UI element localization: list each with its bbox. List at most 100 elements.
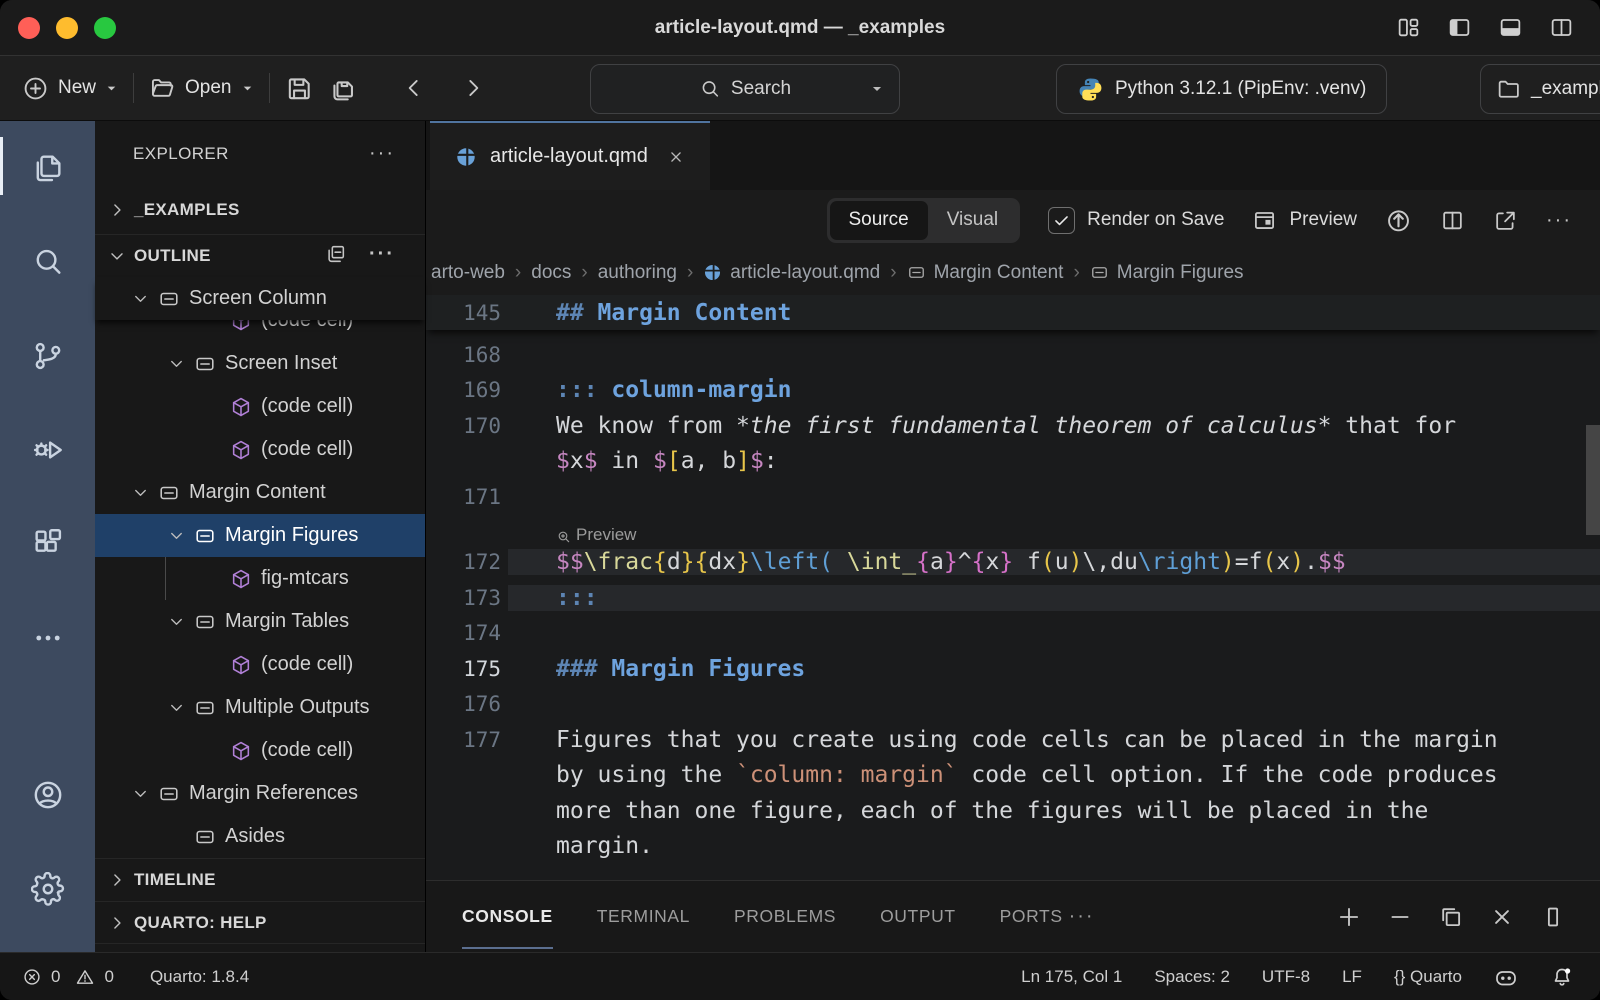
panel-panel-rect-icon[interactable] <box>1540 904 1566 930</box>
activity-settings-icon[interactable] <box>0 842 95 936</box>
code-line-wrap[interactable]: $x$ in $[a, b]$: <box>426 444 1600 480</box>
save-icon[interactable] <box>285 74 314 103</box>
breadcrumb-item[interactable]: authoring <box>598 262 677 284</box>
preview-codelens[interactable]: Preview <box>426 515 1600 545</box>
zoom-window-button[interactable] <box>94 17 116 39</box>
activity-extensions-icon[interactable] <box>0 497 95 591</box>
code-line-168[interactable]: 168 <box>426 337 1600 373</box>
panel-tab-terminal[interactable]: TERMINAL <box>597 881 690 952</box>
outline-item-code-cell[interactable]: (code cell) <box>95 428 425 471</box>
panel-tab-ports[interactable]: PORTS <box>1000 881 1063 952</box>
quarto-help-section-header[interactable]: QUARTO: HELP <box>95 901 425 944</box>
new-button[interactable]: New <box>22 75 118 102</box>
code-line-174[interactable]: 174 <box>426 616 1600 652</box>
breadcrumb-item[interactable]: arto-web <box>431 262 505 284</box>
toggle-sidebar-icon[interactable] <box>1447 15 1472 40</box>
outline-item-code-cell[interactable]: (code cell) <box>95 385 425 428</box>
toggle-secondary-sidebar-icon[interactable] <box>1549 15 1574 40</box>
quarto-version-status[interactable]: Quarto: 1.8.4 <box>150 967 249 987</box>
minimize-window-button[interactable] <box>56 17 78 39</box>
problems-status[interactable]: 0 0 <box>22 967 114 987</box>
warning-count: 0 <box>104 967 113 987</box>
customize-layout-icon[interactable] <box>1396 15 1421 40</box>
code-line-wrap[interactable]: by using the `column: margin` code cell … <box>426 758 1600 794</box>
outline-item-margin-content[interactable]: Margin Content <box>95 471 425 514</box>
source-mode-button[interactable]: Source <box>830 201 928 240</box>
split-editor-icon[interactable] <box>1440 208 1465 233</box>
copilot-icon[interactable] <box>1494 965 1518 989</box>
outline-item-code-cell[interactable]: (code cell) <box>95 729 425 772</box>
notifications-bell-icon[interactable] <box>1550 965 1574 989</box>
save-all-icon[interactable] <box>329 74 358 103</box>
code-line-169[interactable]: 169::: column-margin <box>426 373 1600 409</box>
panel-tab-console[interactable]: CONSOLE <box>462 881 553 952</box>
panel-minus-icon[interactable] <box>1387 904 1413 930</box>
breadcrumb-item[interactable]: docs <box>531 262 571 284</box>
panel-more-tabs-icon[interactable]: ··· <box>1069 905 1095 928</box>
explorer-more-icon[interactable]: ··· <box>369 142 395 165</box>
editor-scrollbar[interactable] <box>1586 425 1600 535</box>
navigate-back-icon[interactable] <box>401 75 427 101</box>
panel-plus-icon[interactable] <box>1336 904 1362 930</box>
open-external-icon[interactable] <box>1493 208 1518 233</box>
outline-item-margin-figures[interactable]: Margin Figures <box>95 514 425 557</box>
visual-mode-button[interactable]: Visual <box>928 201 1017 240</box>
outline-item-asides[interactable]: Asides <box>95 815 425 858</box>
code-line-173[interactable]: 173::: <box>426 580 1600 616</box>
code-line-170[interactable]: 170We know from *the first fundamental t… <box>426 408 1600 444</box>
close-window-button[interactable] <box>18 17 40 39</box>
outline-item-code-cell[interactable]: (code cell) <box>95 643 425 686</box>
open-button[interactable]: Open <box>149 75 253 102</box>
activity-source-control-icon[interactable] <box>0 309 95 403</box>
code-line-wrap[interactable]: more than one figure, each of the figure… <box>426 793 1600 829</box>
close-tab-icon[interactable] <box>667 148 685 166</box>
breadcrumb-item[interactable]: article-layout.qmd <box>703 262 880 284</box>
code-line-177[interactable]: 177Figures that you create using code ce… <box>426 722 1600 758</box>
outline-item-margin-tables[interactable]: Margin Tables <box>95 600 425 643</box>
workspace-section-header[interactable]: _EXAMPLES <box>95 186 425 234</box>
code-line-175[interactable]: 175### Margin Figures <box>426 651 1600 687</box>
outline-item-multiple-outputs[interactable]: Multiple Outputs <box>95 686 425 729</box>
navigate-forward-icon[interactable] <box>460 75 486 101</box>
panel-restore-icon[interactable] <box>1438 904 1464 930</box>
editor-tab-article-layout[interactable]: article-layout.qmd <box>430 121 710 190</box>
code-line-172[interactable]: 172$$\frac{d}{dx}\left( \int_{a}^{x} f(u… <box>426 545 1600 581</box>
breadcrumb-item[interactable]: Margin Content <box>907 262 1064 284</box>
workspace-selector[interactable]: _examples <box>1480 64 1600 114</box>
editor-more-actions-icon[interactable]: ··· <box>1546 209 1572 232</box>
toggle-panel-icon[interactable] <box>1498 15 1523 40</box>
preview-button[interactable]: Preview <box>1252 208 1357 233</box>
panel-tab-problems[interactable]: PROBLEMS <box>734 881 836 952</box>
panel-close-icon[interactable] <box>1489 904 1515 930</box>
eol-status[interactable]: LF <box>1342 967 1362 987</box>
sticky-scroll-line[interactable]: 145## Margin Content <box>426 295 1600 330</box>
cursor-position-status[interactable]: Ln 175, Col 1 <box>1021 967 1122 987</box>
collapse-all-icon[interactable] <box>325 243 347 270</box>
interpreter-selector[interactable]: Python 3.12.1 (PipEnv: .venv) <box>1056 64 1387 114</box>
render-publish-icon[interactable] <box>1385 207 1412 234</box>
breadcrumb-item[interactable]: Margin Figures <box>1090 262 1244 284</box>
activity-files-icon[interactable] <box>0 121 95 215</box>
code-line-wrap[interactable]: margin. <box>426 829 1600 865</box>
encoding-status[interactable]: UTF-8 <box>1262 967 1310 987</box>
indentation-status[interactable]: Spaces: 2 <box>1154 967 1230 987</box>
outline-item-fig-mtcars[interactable]: fig-mtcars <box>95 557 425 600</box>
activity-account-icon[interactable] <box>0 748 95 842</box>
outline-item-screen-inset[interactable]: Screen Inset <box>95 342 425 385</box>
code-line-171[interactable]: 171 <box>426 479 1600 515</box>
activity-search-icon[interactable] <box>0 215 95 309</box>
code-line-176[interactable]: 176 <box>426 687 1600 723</box>
timeline-section-header[interactable]: TIMELINE <box>95 858 425 901</box>
panel-tab-output[interactable]: OUTPUT <box>880 881 956 952</box>
outline-section-header[interactable]: OUTLINE ··· <box>95 234 425 277</box>
global-search-input[interactable]: Search <box>590 64 900 114</box>
outline-item-code-cell[interactable]: (code cell) <box>95 320 425 342</box>
render-on-save-checkbox[interactable] <box>1048 207 1075 234</box>
outline-item-margin-references[interactable]: Margin References <box>95 772 425 815</box>
code-editor[interactable]: 145## Margin Content 168169::: column-ma… <box>426 295 1600 880</box>
outline-item-screen-column[interactable]: Screen Column <box>95 277 425 320</box>
outline-more-icon[interactable]: ··· <box>369 243 395 270</box>
language-mode-status[interactable]: {} Quarto <box>1394 967 1462 987</box>
activity-run-debug-icon[interactable] <box>0 403 95 497</box>
activity-more-icon[interactable] <box>0 591 95 685</box>
